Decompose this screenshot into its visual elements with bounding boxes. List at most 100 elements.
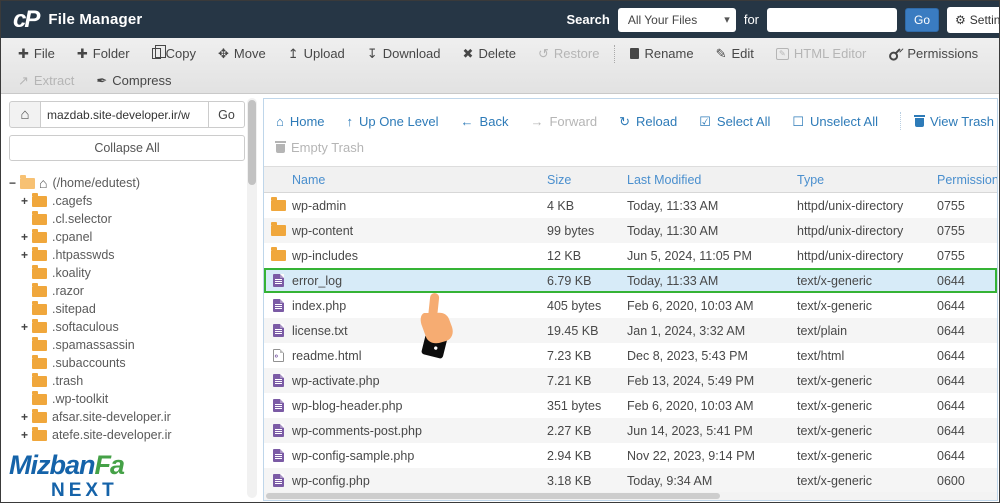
table-header: Name Size Last Modified Type Permissions <box>264 167 997 193</box>
horizontal-scrollbar[interactable] <box>264 492 997 500</box>
nav-forward-button[interactable]: → Forward <box>530 114 597 129</box>
upload-button[interactable]: ↥ Upload <box>277 46 356 61</box>
tree-item[interactable]: .cl.selector <box>9 210 245 228</box>
table-rows: wp-admin 4 KB Today, 11:33 AM httpd/unix… <box>264 193 997 493</box>
tree-expander[interactable]: + <box>21 230 32 244</box>
delete-button[interactable]: ✖ Delete <box>452 46 527 61</box>
extract-button[interactable]: ↗ Extract <box>7 73 85 88</box>
nav-home-button[interactable]: ⌂ Home <box>276 114 325 129</box>
tree-item[interactable]: .sitepad <box>9 300 245 318</box>
nav-back-button[interactable]: ← Back <box>461 114 509 129</box>
tree-item[interactable]: .subaccounts <box>9 354 245 372</box>
table-row[interactable]: wp-content 99 bytes Today, 11:30 AM http… <box>264 218 997 243</box>
cell-size: 6.79 KB <box>547 273 592 288</box>
folder-icon <box>32 264 47 279</box>
table-row[interactable]: wp-admin 4 KB Today, 11:33 AM httpd/unix… <box>264 193 997 218</box>
right-arrow-icon: → <box>530 113 544 129</box>
edit-button[interactable]: ✎ Edit <box>705 46 765 61</box>
cell-name: readme.html <box>292 348 362 363</box>
cell-name: wp-content <box>292 223 354 238</box>
search-scope-select[interactable]: All Your Files ▾ <box>617 7 736 32</box>
tree-item[interactable]: .wp-toolkit <box>9 390 245 408</box>
tree-expander[interactable]: + <box>21 194 32 208</box>
tree-item[interactable]: + .htpasswds <box>9 246 245 264</box>
tree-item[interactable]: .razor <box>9 282 245 300</box>
trash-icon <box>275 141 286 153</box>
table-row[interactable]: wp-includes 12 KB Jun 5, 2024, 11:05 PM … <box>264 243 997 268</box>
home-button[interactable]: ⌂ <box>9 101 41 128</box>
folder-button[interactable]: ✚ Folder <box>66 46 141 61</box>
sidebar-scrollbar[interactable] <box>247 98 257 498</box>
collapse-all-button[interactable]: Collapse All <box>9 135 245 161</box>
tree-item[interactable]: + .cpanel <box>9 228 245 246</box>
table-row[interactable]: index.php 405 bytes Feb 6, 2020, 10:03 A… <box>264 293 997 318</box>
nav-reload-button[interactable]: ↻ Reload <box>619 114 677 129</box>
restore-button[interactable]: ↺ Restore <box>527 46 610 61</box>
path-go-button[interactable]: Go <box>209 101 245 128</box>
download-button[interactable]: ↧ Download <box>356 46 452 61</box>
nav-view-trash-button[interactable]: View Trash <box>913 114 994 129</box>
folder-icon <box>32 192 47 207</box>
search-go-button[interactable]: Go <box>905 7 939 32</box>
copy-button[interactable]: Copy <box>141 45 207 61</box>
tree-collapse-expander[interactable]: − <box>9 176 20 190</box>
header-size[interactable]: Size <box>547 173 627 187</box>
file-list-panel: ⌂ Home ↑ Up One Level ← Back → Forward ↻ Relo… <box>263 98 998 501</box>
tree-expander[interactable]: + <box>21 248 32 262</box>
tree-expander[interactable]: + <box>21 428 32 442</box>
file-type-icon <box>272 274 284 287</box>
tree-item[interactable]: + .cagefs <box>9 192 245 210</box>
folder-icon <box>32 408 47 423</box>
cell-last-modified: Jun 14, 2023, 5:41 PM <box>627 423 753 438</box>
cell-type: text/html <box>797 348 845 363</box>
open-folder-icon <box>20 174 35 189</box>
file-type-icon <box>272 324 284 337</box>
rename-button[interactable]: Rename <box>619 46 704 61</box>
search-input[interactable] <box>767 7 897 32</box>
file-type-icon <box>272 399 284 412</box>
view-button[interactable]: View <box>989 46 999 61</box>
table-row[interactable]: error_log 6.79 KB Today, 11:33 AM text/x… <box>264 268 997 293</box>
tree-expander[interactable]: + <box>21 410 32 424</box>
header-type[interactable]: Type <box>797 173 937 187</box>
header-last-modified[interactable]: Last Modified <box>627 173 797 187</box>
table-row[interactable]: readme.html 7.23 KB Dec 8, 2023, 5:43 PM… <box>264 343 997 368</box>
tree-item[interactable]: + .softaculous <box>9 318 245 336</box>
header-name[interactable]: Name <box>292 173 547 187</box>
table-row[interactable]: wp-comments-post.php 2.27 KB Jun 14, 202… <box>264 418 997 443</box>
table-row[interactable]: license.txt 19.45 KB Jan 1, 2024, 3:32 A… <box>264 318 997 343</box>
file-type-icon <box>272 474 284 487</box>
tree-item-label: afsar.site-developer.ir <box>52 410 171 424</box>
gear-icon: ⚙ <box>955 12 966 27</box>
search-scope-value: All Your Files <box>627 12 698 27</box>
path-input[interactable] <box>41 101 209 128</box>
tree-item[interactable]: .koality <box>9 264 245 282</box>
tree-item-label: .sitepad <box>52 302 96 316</box>
cell-last-modified: Jun 5, 2024, 11:05 PM <box>627 248 752 263</box>
tree-expander[interactable]: + <box>21 320 32 334</box>
header-permissions[interactable]: Permissions <box>937 173 997 187</box>
cell-name: wp-activate.php <box>292 373 380 388</box>
table-row[interactable]: wp-config-sample.php 2.94 KB Nov 22, 202… <box>264 443 997 468</box>
permissions-button[interactable]: Permissions <box>877 46 989 61</box>
tree-item[interactable]: .spamassassin <box>9 336 245 354</box>
table-row[interactable]: wp-config.php 3.18 KB Today, 9:34 AM tex… <box>264 468 997 493</box>
top-bar: cP File Manager Search All Your Files ▾ … <box>1 1 999 38</box>
tree-root[interactable]: − ⌂ (/home/edutest) <box>9 174 245 192</box>
html-editor-button[interactable]: ✎ HTML Editor <box>765 46 877 61</box>
nav-empty-trash-button[interactable]: Empty Trash <box>275 140 364 155</box>
settings-button[interactable]: ⚙ Settings <box>947 6 999 33</box>
tree-item[interactable]: .trash <box>9 372 245 390</box>
compress-button[interactable]: ✒ Compress <box>85 73 182 88</box>
nav-unselect-all-button[interactable]: ☐ Unselect All <box>792 114 878 129</box>
tree-item[interactable]: + afsar.site-developer.ir <box>9 408 245 426</box>
home-icon: ⌂ <box>20 106 30 123</box>
tree-item[interactable]: + atefe.site-developer.ir <box>9 426 245 444</box>
move-button[interactable]: ✥ Move <box>207 46 277 61</box>
nav-select-all-button[interactable]: ☑ Select All <box>699 114 770 129</box>
folder-icon <box>32 354 47 369</box>
table-row[interactable]: wp-activate.php 7.21 KB Feb 13, 2024, 5:… <box>264 368 997 393</box>
file-button[interactable]: ✚ File <box>7 46 66 61</box>
table-row[interactable]: wp-blog-header.php 351 bytes Feb 6, 2020… <box>264 393 997 418</box>
nav-up-one-level-button[interactable]: ↑ Up One Level <box>347 114 439 129</box>
